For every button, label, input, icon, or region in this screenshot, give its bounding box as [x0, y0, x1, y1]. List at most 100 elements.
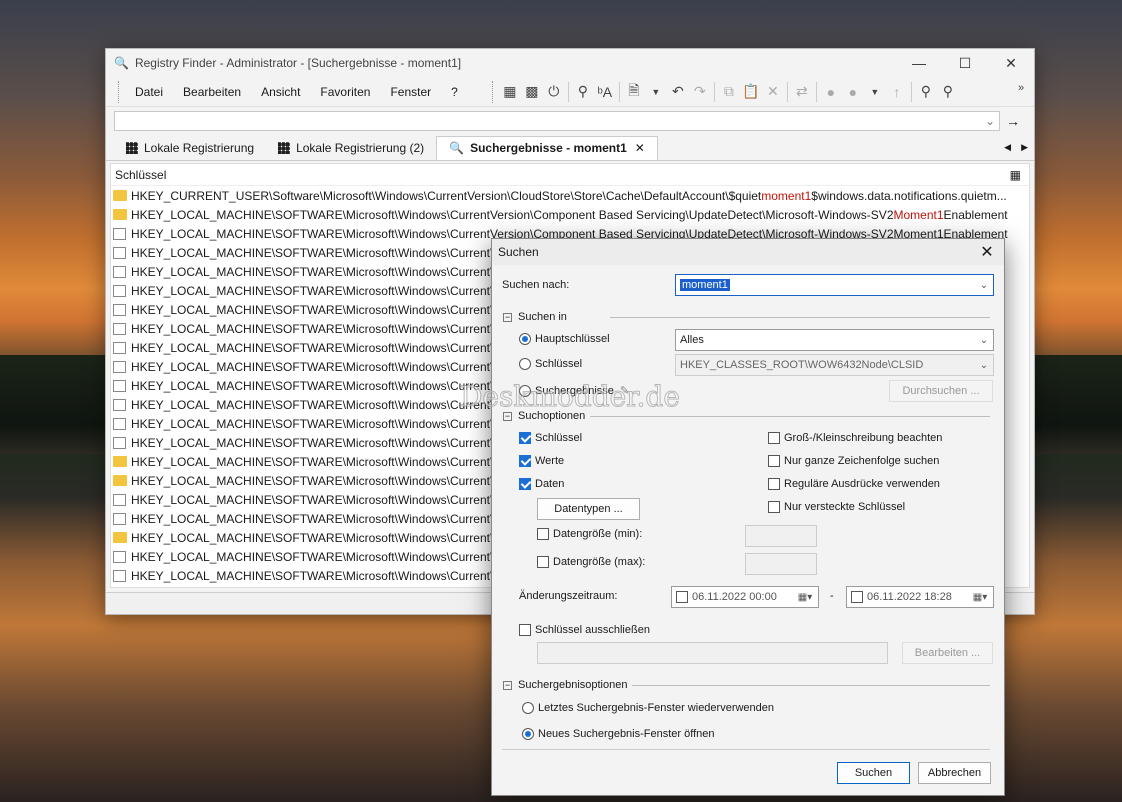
checkbox-gross-klein[interactable]: Groß-/Kleinschreibung beachten: [768, 432, 942, 444]
find-next-icon[interactable]: ⚲: [937, 81, 959, 103]
chevron-down-icon[interactable]: ⌄: [985, 114, 995, 128]
radio-neues-fenster[interactable]: Neues Suchergebnis-Fenster öffnen: [522, 728, 715, 740]
suchen-button[interactable]: Suchen: [837, 762, 910, 784]
row-path: HKEY_CURRENT_USER\Software\Microsoft\Win…: [131, 189, 1007, 203]
go-arrow-icon[interactable]: →: [1000, 113, 1026, 129]
radio-hauptschluessel[interactable]: Hauptschlüssel: [519, 333, 610, 345]
chevron-down-icon[interactable]: ⌄: [975, 360, 993, 371]
chevron-down-icon[interactable]: ⌄: [975, 280, 993, 291]
collapse-icon[interactable]: −: [503, 680, 512, 690]
checkbox-datengroesse-max[interactable]: Datengröße (max):: [537, 556, 645, 568]
menu-bearbeiten[interactable]: Bearbeiten: [173, 85, 251, 99]
checkbox-schluessel[interactable]: Schlüssel: [519, 432, 582, 444]
table-row[interactable]: HKEY_CURRENT_USER\Software\Microsoft\Win…: [111, 186, 1029, 205]
menu-ansicht[interactable]: Ansicht: [251, 85, 310, 99]
calendar-icon[interactable]: ▦▾: [967, 592, 993, 603]
abbrechen-button[interactable]: Abbrechen: [918, 762, 991, 784]
checkbox-datengroesse-min[interactable]: Datengröße (min):: [537, 528, 642, 540]
checkbox-icon[interactable]: [851, 591, 863, 603]
calendar-icon[interactable]: ▦▾: [792, 592, 818, 603]
power-grid-icon[interactable]: ⏻: [543, 81, 565, 103]
datentypen-button[interactable]: Datentypen ...: [537, 498, 640, 520]
replace-icon[interactable]: ᵇA: [594, 81, 616, 103]
checkbox-icon[interactable]: [768, 501, 780, 513]
delete-icon[interactable]: ✕: [762, 81, 784, 103]
checkbox-regex[interactable]: Reguläre Ausdrücke verwenden: [768, 478, 940, 490]
tab-label: Suchergebnisse - moment1: [470, 141, 627, 155]
datengroesse-max-input[interactable]: [745, 553, 817, 575]
group-suchergebnisoptionen: − Suchergebnisoptionen: [503, 679, 627, 691]
menu-datei[interactable]: Datei: [125, 85, 173, 99]
datengroesse-min-input[interactable]: [745, 525, 817, 547]
minimize-button[interactable]: —: [896, 55, 942, 72]
copy-icon[interactable]: ⧉: [718, 81, 740, 103]
tab-lokale-registrierung-2[interactable]: Lokale Registrierung (2): [266, 136, 436, 160]
hauptschluessel-select[interactable]: Alles ⌄: [675, 329, 994, 351]
menu-fenster[interactable]: Fenster: [380, 85, 441, 99]
chevron-down-icon[interactable]: ⌄: [975, 335, 993, 346]
find-prev-icon[interactable]: ⚲: [915, 81, 937, 103]
maximize-button[interactable]: ☐: [942, 55, 988, 72]
radio-icon[interactable]: [522, 702, 534, 714]
grid-icon[interactable]: ▦: [499, 81, 521, 103]
redo-icon[interactable]: ↷: [689, 81, 711, 103]
checkbox-versteckte[interactable]: Nur versteckte Schlüssel: [768, 501, 905, 513]
more-icon[interactable]: »: [1010, 77, 1032, 99]
key-icon: [113, 360, 126, 373]
durchsuchen-button[interactable]: Durchsuchen ...: [889, 380, 993, 402]
menu-help[interactable]: ?: [441, 85, 468, 99]
group-suchen-in: − Suchen in: [503, 311, 567, 323]
tab-prev-icon[interactable]: ◀: [1000, 142, 1015, 153]
search-input[interactable]: moment1 ⌄: [675, 274, 994, 296]
checkbox-icon[interactable]: [519, 432, 531, 444]
date-from-picker[interactable]: 06.11.2022 00:00 ▦▾: [671, 586, 819, 608]
checkbox-icon[interactable]: [768, 478, 780, 490]
undo-icon[interactable]: ↶: [667, 81, 689, 103]
radio-icon[interactable]: [519, 358, 531, 370]
radio-schluessel[interactable]: Schlüssel: [519, 358, 582, 370]
checkbox-icon[interactable]: [519, 455, 531, 467]
address-row: ⌄ →: [106, 107, 1034, 135]
checkbox-ganze-zeichenfolge[interactable]: Nur ganze Zeichenfolge suchen: [768, 455, 939, 467]
radio-letztes-fenster[interactable]: Letztes Suchergebnis-Fenster wiederverwe…: [522, 702, 774, 714]
date-to-picker[interactable]: 06.11.2022 18:28 ▦▾: [846, 586, 994, 608]
checkbox-icon[interactable]: [537, 556, 549, 568]
radio-icon[interactable]: [522, 728, 534, 740]
back-circle-icon[interactable]: ●: [820, 81, 842, 103]
table-row[interactable]: HKEY_LOCAL_MACHINE\SOFTWARE\Microsoft\Wi…: [111, 205, 1029, 224]
checkbox-werte[interactable]: Werte: [519, 455, 564, 467]
column-header[interactable]: Schlüssel ▦: [111, 164, 1029, 186]
checkbox-icon[interactable]: [519, 478, 531, 490]
network-grid-icon[interactable]: ▩: [521, 81, 543, 103]
bearbeiten-button[interactable]: Bearbeiten ...: [902, 642, 993, 664]
tab-lokale-registrierung[interactable]: Lokale Registrierung: [114, 136, 266, 160]
checkbox-icon[interactable]: [676, 591, 688, 603]
refresh-icon[interactable]: ⇄: [791, 81, 813, 103]
column-grid-icon[interactable]: ▦: [1010, 168, 1021, 182]
search-icon[interactable]: ⚲: [572, 81, 594, 103]
collapse-icon[interactable]: −: [503, 312, 512, 322]
paste-icon[interactable]: 📋: [740, 81, 762, 103]
checkbox-icon[interactable]: [768, 432, 780, 444]
checkbox-daten[interactable]: Daten: [519, 478, 564, 490]
checkbox-icon[interactable]: [768, 455, 780, 467]
dialog-close-icon[interactable]: ✕: [970, 242, 1004, 262]
close-button[interactable]: ✕: [988, 55, 1034, 72]
checkbox-icon[interactable]: [519, 624, 531, 636]
key-icon: [113, 246, 126, 259]
tab-next-icon[interactable]: ▶: [1015, 142, 1034, 153]
address-input[interactable]: ⌄: [114, 111, 1000, 131]
forward-circle-icon[interactable]: ●: [842, 81, 864, 103]
checkbox-schluessel-ausschliessen[interactable]: Schlüssel ausschließen: [519, 624, 650, 636]
tab-suchergebnisse[interactable]: 🔍 Suchergebnisse - moment1 ✕: [436, 135, 658, 160]
chevron-down-icon[interactable]: ▼: [645, 81, 667, 103]
tab-close-icon[interactable]: ✕: [635, 141, 645, 155]
chevron-down-icon[interactable]: ▼: [864, 81, 886, 103]
schluessel-select[interactable]: HKEY_CLASSES_ROOT\WOW6432Node\CLSID ⌄: [675, 354, 994, 376]
checkbox-icon[interactable]: [537, 528, 549, 540]
up-arrow-icon[interactable]: ↑: [886, 81, 908, 103]
radio-icon[interactable]: [519, 333, 531, 345]
ausschliessen-input[interactable]: [537, 642, 888, 664]
menu-favoriten[interactable]: Favoriten: [310, 85, 380, 99]
export-icon[interactable]: 🗎: [623, 81, 645, 103]
